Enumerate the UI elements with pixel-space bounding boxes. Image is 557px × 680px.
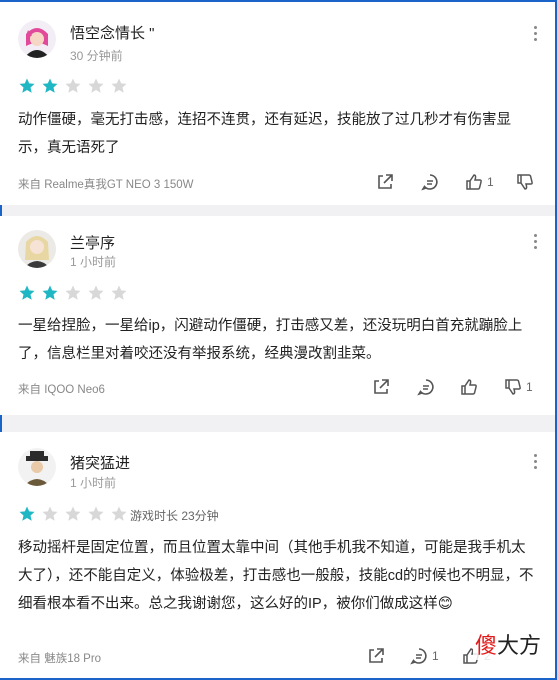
dislike-button[interactable]: 1 (503, 377, 533, 397)
comment-icon (421, 174, 438, 191)
device-label: 来自 IQOO Neo6 (18, 384, 105, 396)
review-text: 一星给捏脸，一星给ip，闪避动作僵硬，打击感又差，还没玩明白首充就蹦脸上了，信息… (18, 318, 523, 362)
timestamp: 1 小时前 (70, 255, 117, 269)
like-button[interactable]: 1 (464, 172, 494, 192)
timestamp: 30 分钟前 (70, 49, 123, 63)
share-icon (378, 174, 393, 189)
star-empty-icon (88, 285, 104, 300)
star-empty-icon (111, 506, 127, 521)
star-empty-icon (65, 78, 81, 93)
comment-count: 1 (432, 649, 439, 663)
star-empty-icon (111, 285, 127, 300)
share-icon (374, 379, 389, 394)
review-text: 动作僵硬，毫无打击感，连招不连贯，还有延迟，技能放了过几秒才有伤害显示，真无语死… (18, 112, 511, 156)
star-filled-icon (19, 285, 35, 300)
star-filled-icon (42, 78, 58, 93)
timestamp: 1 小时前 (70, 476, 117, 490)
star-filled-icon (42, 285, 58, 300)
dislike-button[interactable] (515, 172, 535, 192)
review-text: 移动摇杆是固定位置，而且位置太靠中间（其他手机我不知道，可能是我手机太大了），还… (18, 540, 534, 612)
rating-stars (18, 284, 133, 302)
like-count: 1 (487, 175, 494, 189)
star-filled-icon (19, 78, 35, 93)
dislike-count: 1 (526, 380, 533, 394)
star-empty-icon (88, 78, 104, 93)
comment-button[interactable] (420, 172, 440, 192)
like-button[interactable] (459, 377, 479, 397)
more-options-icon[interactable] (533, 454, 539, 472)
device-label: 来自 Realme真我GT NEO 3 150W (18, 179, 194, 191)
star-filled-icon (19, 506, 35, 521)
playtime-label: 游戏时长 23分钟 (130, 509, 219, 523)
star-empty-icon (65, 506, 81, 521)
hat-man-avatar-icon[interactable] (18, 448, 56, 486)
star-empty-icon (65, 285, 81, 300)
review-card: 悟空念情长 " 30 分钟前 动作僵硬，毫无打击感，连招不连贯，还有延迟，技能放… (0, 2, 553, 205)
username[interactable]: 悟空念情长 " (70, 22, 155, 43)
share-button[interactable] (366, 646, 386, 666)
divider (2, 205, 555, 216)
star-empty-icon (42, 506, 58, 521)
rating-stars (18, 77, 133, 95)
username[interactable]: 兰亭序 (70, 232, 115, 253)
share-button[interactable] (375, 172, 395, 192)
more-options-icon[interactable] (533, 234, 539, 252)
comment-icon (410, 648, 427, 665)
pink-hair-avatar-icon[interactable] (18, 20, 56, 58)
device-label: 来自 魅族18 Pro (18, 653, 102, 665)
star-empty-icon (111, 78, 127, 93)
thumbs-down-icon (517, 174, 533, 190)
thumbs-up-icon (461, 379, 477, 395)
blonde-girl-avatar-icon[interactable] (18, 230, 56, 268)
review-card: 兰亭序 1 小时前 一星给捏脸，一星给ip，闪避动作僵硬，打击感又差，还没玩明白… (0, 216, 553, 415)
comment-icon (417, 379, 434, 396)
comment-button[interactable]: 1 (409, 646, 439, 666)
thumbs-up-icon (466, 174, 482, 190)
share-button[interactable] (371, 377, 391, 397)
watermark: 傻大方 (472, 628, 543, 660)
review-card: 猪突猛进 1 小时前 游戏时长 23分钟 移动摇杆是固定位置，而且位置太靠中间（… (0, 432, 553, 678)
star-empty-icon (88, 506, 104, 521)
divider (2, 415, 555, 432)
rating-stars (18, 505, 133, 523)
share-icon (369, 648, 384, 663)
more-options-icon[interactable] (533, 26, 539, 44)
comment-button[interactable] (416, 377, 436, 397)
thumbs-down-icon (505, 379, 521, 395)
username[interactable]: 猪突猛进 (70, 452, 130, 473)
